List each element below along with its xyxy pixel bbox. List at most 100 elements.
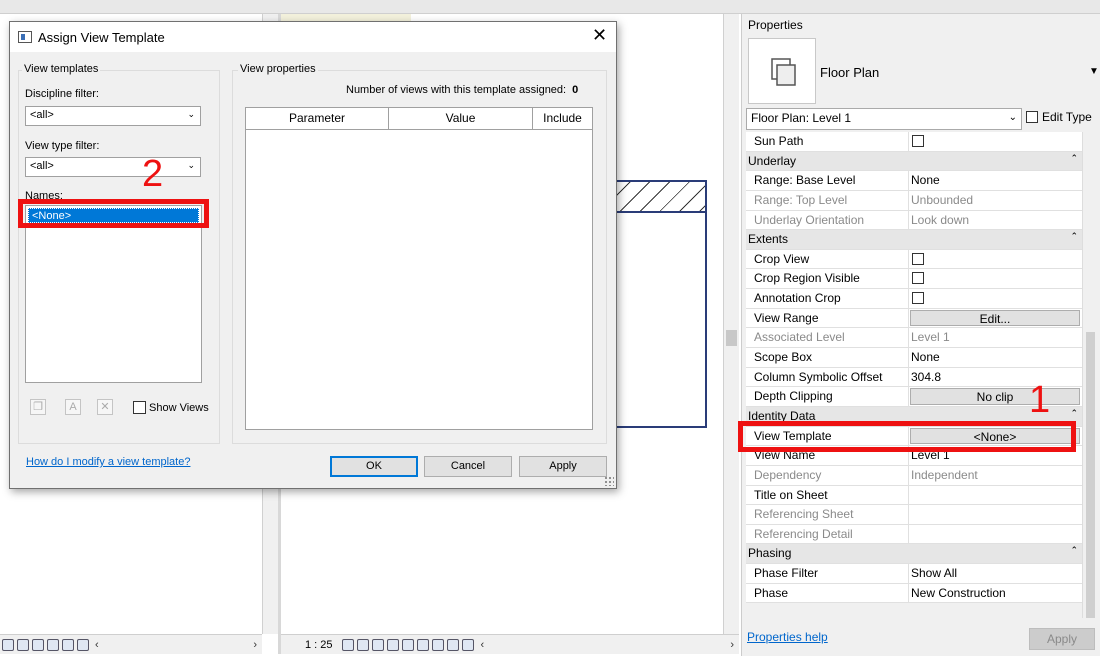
collapse-icon[interactable]: ⌃ — [1070, 231, 1078, 242]
group-label: Phasing — [748, 546, 792, 561]
dialog-titlebar[interactable]: Assign View Template ✕ — [10, 22, 616, 52]
properties-apply-button[interactable]: Apply — [1029, 628, 1095, 650]
delete-template-icon[interactable]: ✕ — [97, 399, 113, 415]
scroll-left-icon[interactable]: ‹ — [481, 639, 485, 651]
left-view-control-bar: ‹ › — [0, 634, 262, 654]
property-value — [909, 505, 1082, 524]
close-icon[interactable]: ✕ — [592, 25, 607, 46]
view-scale[interactable]: 1 : 25 — [305, 639, 333, 651]
properties-help-link[interactable]: Properties help — [747, 630, 828, 644]
view-properties-table[interactable]: Parameter Value Include — [245, 107, 593, 430]
reveal-hidden-icon[interactable] — [462, 638, 475, 651]
right-vertical-scrollbar[interactable] — [723, 14, 739, 634]
resize-grip[interactable] — [604, 476, 614, 486]
rename-template-icon[interactable]: A — [65, 399, 81, 415]
property-value — [909, 289, 1082, 308]
property-row[interactable]: Associated Level Level 1 — [746, 328, 1082, 349]
property-group-header[interactable]: Underlay ⌃ — [746, 151, 1082, 172]
scroll-thumb[interactable] — [726, 330, 737, 346]
property-checkbox[interactable] — [912, 252, 924, 265]
property-row[interactable]: Phase Filter Show All — [746, 564, 1082, 584]
properties-scrollbar[interactable] — [1082, 132, 1097, 618]
property-label: Associated Level — [746, 328, 909, 348]
property-row[interactable]: View Range Edit... — [746, 308, 1082, 329]
collapse-icon[interactable]: ⌃ — [1070, 408, 1078, 419]
duplicate-template-icon[interactable]: ❐ — [30, 399, 46, 415]
cancel-button[interactable]: Cancel — [424, 456, 512, 477]
property-value[interactable] — [909, 486, 1082, 505]
scroll-left-icon[interactable]: ‹ — [95, 639, 99, 651]
help-link[interactable]: How do I modify a view template? — [26, 456, 190, 468]
annotation-number-1: 1 — [1029, 379, 1051, 421]
property-checkbox[interactable] — [912, 135, 924, 147]
column-header-include[interactable]: Include — [533, 108, 592, 129]
sun-path-icon[interactable] — [372, 638, 385, 651]
show-views-box[interactable] — [133, 401, 146, 414]
type-dropdown-icon[interactable]: ▼ — [1089, 66, 1099, 77]
properties-grid: Sun Path Underlay ⌃ Range: Base Level None Ra… — [746, 132, 1082, 604]
crop-icon[interactable] — [417, 638, 430, 651]
property-row[interactable]: Range: Base Level None — [746, 171, 1082, 191]
type-name[interactable]: Floor Plan — [820, 65, 879, 80]
detail-level-icon[interactable] — [1, 638, 14, 651]
right-view-control-bar: 1 : 25 ‹ › — [281, 634, 739, 654]
property-row[interactable]: Title on Sheet — [746, 485, 1082, 506]
render-icon[interactable] — [402, 638, 415, 651]
property-value[interactable]: None — [909, 171, 1082, 190]
property-row[interactable]: Crop Region Visible — [746, 269, 1082, 290]
scroll-right-icon[interactable]: › — [730, 639, 734, 651]
apply-button[interactable]: Apply — [519, 456, 607, 477]
property-row[interactable]: Range: Top Level Unbounded — [746, 190, 1082, 211]
show-views-checkbox[interactable]: Show Views — [133, 401, 209, 414]
show-crop-icon[interactable] — [76, 638, 89, 651]
property-group-header[interactable]: Phasing ⌃ — [746, 544, 1082, 565]
property-value: Unbounded — [911, 192, 974, 207]
column-header-value[interactable]: Value — [389, 108, 533, 129]
view-type-filter-select[interactable]: <all> ⌄ — [25, 157, 201, 177]
names-list[interactable]: <None> — [25, 205, 202, 383]
edit-type-button[interactable]: Edit Type — [1026, 110, 1092, 124]
property-row[interactable]: Referencing Detail — [746, 524, 1082, 545]
shadows-icon[interactable] — [387, 638, 400, 651]
property-button[interactable]: No clip — [910, 388, 1080, 405]
property-value[interactable]: 304.8 — [909, 368, 1082, 387]
collapse-icon[interactable]: ⌃ — [1070, 153, 1078, 164]
property-value[interactable]: New Construction — [909, 584, 1082, 603]
view-type-filter-value: <all> — [30, 160, 54, 172]
property-checkbox[interactable] — [912, 292, 924, 305]
property-row[interactable]: Sun Path — [746, 132, 1082, 152]
discipline-filter-select[interactable]: <all> ⌄ — [25, 106, 201, 126]
instance-filter-select[interactable]: Floor Plan: Level 1 ⌄ — [746, 108, 1022, 130]
visual-style-icon[interactable] — [357, 638, 370, 651]
property-row[interactable]: Scope Box None — [746, 348, 1082, 368]
scroll-right-icon[interactable]: › — [253, 639, 257, 651]
property-value[interactable]: Show All — [909, 564, 1082, 583]
property-group-header[interactable]: Extents ⌃ — [746, 230, 1082, 250]
ok-button[interactable]: OK — [330, 456, 418, 477]
collapse-icon[interactable]: ⌃ — [1070, 545, 1078, 556]
sun-path-icon[interactable] — [31, 638, 44, 651]
property-row[interactable]: Referencing Sheet — [746, 505, 1082, 525]
property-label: Crop View — [746, 249, 909, 269]
temporary-hide-icon[interactable] — [447, 638, 460, 651]
property-row[interactable]: Dependency Independent — [746, 465, 1082, 486]
count-label: Number of views with this template assig… — [346, 84, 567, 96]
property-row[interactable]: Crop View — [746, 249, 1082, 270]
property-button[interactable]: Edit... — [910, 309, 1080, 327]
edit-type-icon — [1026, 111, 1038, 123]
shadows-icon[interactable] — [46, 638, 59, 651]
property-row[interactable]: Phase New Construction — [746, 583, 1082, 604]
detail-level-icon[interactable] — [342, 638, 355, 651]
column-header-parameter[interactable]: Parameter — [246, 108, 389, 129]
crop-icon[interactable] — [61, 638, 74, 651]
property-row[interactable]: Annotation Crop — [746, 289, 1082, 309]
property-value — [909, 269, 1082, 288]
property-checkbox[interactable] — [912, 272, 924, 285]
property-label: Range: Base Level — [746, 171, 909, 190]
property-value — [909, 525, 1082, 544]
property-value[interactable]: None — [909, 348, 1082, 367]
visual-style-icon[interactable] — [16, 638, 29, 651]
scroll-thumb[interactable] — [1086, 332, 1095, 618]
show-crop-icon[interactable] — [432, 638, 445, 651]
property-row[interactable]: Underlay Orientation Look down — [746, 210, 1082, 231]
